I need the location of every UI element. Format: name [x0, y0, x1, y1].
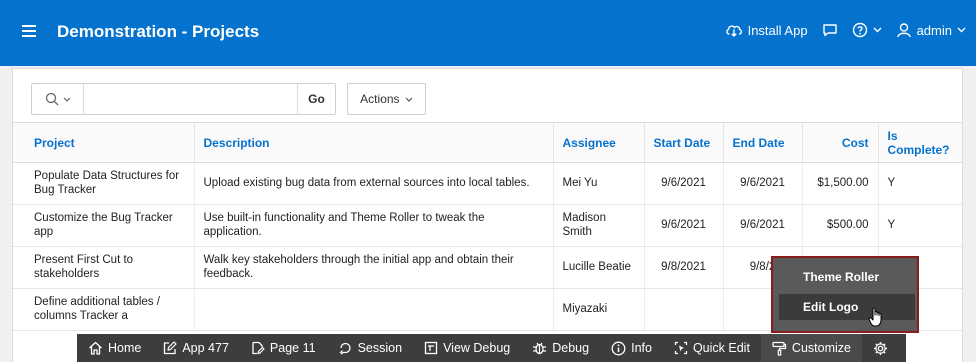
menu-icon[interactable] — [22, 25, 36, 37]
cell-assignee: Miyazaki — [552, 288, 644, 331]
chevron-down-icon — [405, 97, 413, 103]
dev-customize-button[interactable]: Customize — [760, 334, 862, 362]
page-edit-icon — [252, 341, 265, 355]
table-header-row: Project Description Assignee Start Date … — [13, 122, 962, 163]
user-menu[interactable]: admin — [896, 22, 966, 38]
dev-home-label: Home — [108, 341, 142, 355]
hand-cursor-icon — [868, 307, 882, 327]
view-debug-icon — [424, 341, 438, 355]
cell-description: Use built-in functionality and Theme Rol… — [193, 204, 553, 247]
column-header-cost[interactable]: Cost — [801, 122, 878, 163]
cell-project: Customize the Bug Tracker app — [13, 204, 194, 247]
column-header-start-date[interactable]: Start Date — [643, 122, 723, 163]
quick-edit-icon — [674, 341, 688, 355]
cell-is-complete: Y — [877, 204, 962, 247]
table-row: Customize the Bug Tracker app Use built-… — [13, 204, 962, 247]
search-bar: Go — [31, 83, 336, 115]
cell-project: Define additional tables / columns Track… — [13, 288, 194, 331]
go-button[interactable]: Go — [297, 84, 335, 114]
cell-cost: $1,500.00 — [801, 162, 878, 205]
cell-is-complete: Y — [877, 162, 962, 205]
install-app-link[interactable]: Install App — [725, 23, 808, 38]
paint-roller-icon — [772, 341, 787, 356]
dev-settings-button[interactable] — [862, 334, 899, 362]
cell-description: Upload existing bug data from external s… — [193, 162, 553, 205]
chevron-down-icon — [873, 27, 882, 33]
edit-icon — [164, 341, 177, 355]
cell-start-date — [643, 288, 723, 331]
cell-cost: $500.00 — [801, 204, 878, 247]
session-icon — [339, 342, 351, 355]
dev-quick-edit-label: Quick Edit — [692, 341, 750, 355]
home-icon — [89, 341, 102, 355]
search-input[interactable] — [84, 84, 297, 114]
dev-debug-label: Debug — [552, 341, 590, 355]
cloud-download-icon — [725, 25, 742, 37]
app-header: Demonstration - Projects Install App adm… — [0, 0, 976, 66]
actions-menu-button[interactable]: Actions — [347, 83, 426, 115]
developer-toolbar: Home App 477 Page 11 Session View Debug … — [77, 334, 906, 362]
dev-page-label: Page 11 — [269, 341, 316, 355]
user-name: admin — [916, 22, 952, 38]
header-nav: Install App admin — [725, 22, 966, 38]
chevron-down-icon — [957, 27, 966, 33]
cell-project: Populate Data Structures for Bug Tracker — [13, 162, 194, 205]
help-icon — [852, 22, 867, 38]
gear-icon — [873, 341, 887, 355]
dev-home-button[interactable]: Home — [77, 334, 152, 362]
feedback-button[interactable] — [822, 23, 838, 37]
help-menu[interactable] — [852, 22, 882, 38]
dev-info-label: Info — [631, 341, 652, 355]
dev-view-debug-label: View Debug — [443, 341, 511, 355]
cell-assignee: Madison Smith — [552, 204, 644, 247]
column-header-end-date[interactable]: End Date — [722, 122, 802, 163]
customize-menu: Theme Roller Edit Logo — [771, 256, 919, 333]
column-header-project[interactable]: Project — [13, 122, 194, 163]
cell-start-date: 9/8/2021 — [643, 246, 723, 289]
cell-assignee: Mei Yu — [552, 162, 644, 205]
cell-project: Present First Cut to stakeholders — [13, 246, 194, 289]
dev-quick-edit-button[interactable]: Quick Edit — [663, 334, 761, 362]
user-icon — [896, 23, 911, 38]
app-title[interactable]: Demonstration - Projects — [57, 22, 259, 42]
table-row: Populate Data Structures for Bug Tracker… — [13, 162, 962, 205]
install-app-label: Install App — [747, 22, 808, 38]
report-toolbar: Go Actions — [31, 83, 426, 115]
dev-page-button[interactable]: Page 11 — [240, 334, 327, 362]
dev-customize-label: Customize — [791, 341, 851, 355]
column-header-description[interactable]: Description — [193, 122, 553, 163]
dev-session-button[interactable]: Session — [327, 334, 413, 362]
cell-start-date: 9/6/2021 — [643, 162, 723, 205]
dev-app-label: App 477 — [182, 341, 229, 355]
cell-description — [193, 288, 553, 331]
chat-icon — [822, 24, 837, 37]
dev-view-debug-button[interactable]: View Debug — [413, 334, 521, 362]
search-column-selector[interactable] — [32, 84, 84, 114]
bug-icon — [533, 342, 547, 355]
cell-end-date: 9/6/2021 — [722, 162, 802, 205]
dev-session-label: Session — [357, 341, 403, 355]
cell-end-date: 9/6/2021 — [722, 204, 802, 247]
menu-item-theme-roller[interactable]: Theme Roller — [779, 264, 915, 290]
cell-assignee: Lucille Beatie — [552, 246, 644, 289]
cell-start-date: 9/6/2021 — [643, 204, 723, 247]
chevron-down-icon — [63, 97, 70, 102]
column-header-is-complete[interactable]: Is Complete? — [877, 122, 962, 163]
search-icon — [45, 92, 58, 106]
dev-app-button[interactable]: App 477 — [152, 334, 240, 362]
menu-item-edit-logo[interactable]: Edit Logo — [779, 294, 915, 320]
dev-info-button[interactable]: Info — [600, 334, 663, 362]
actions-label: Actions — [360, 92, 400, 106]
cell-description: Walk key stakeholders through the initia… — [193, 246, 553, 289]
dev-debug-button[interactable]: Debug — [521, 334, 600, 362]
column-header-assignee[interactable]: Assignee — [552, 122, 644, 163]
info-icon — [611, 341, 626, 355]
